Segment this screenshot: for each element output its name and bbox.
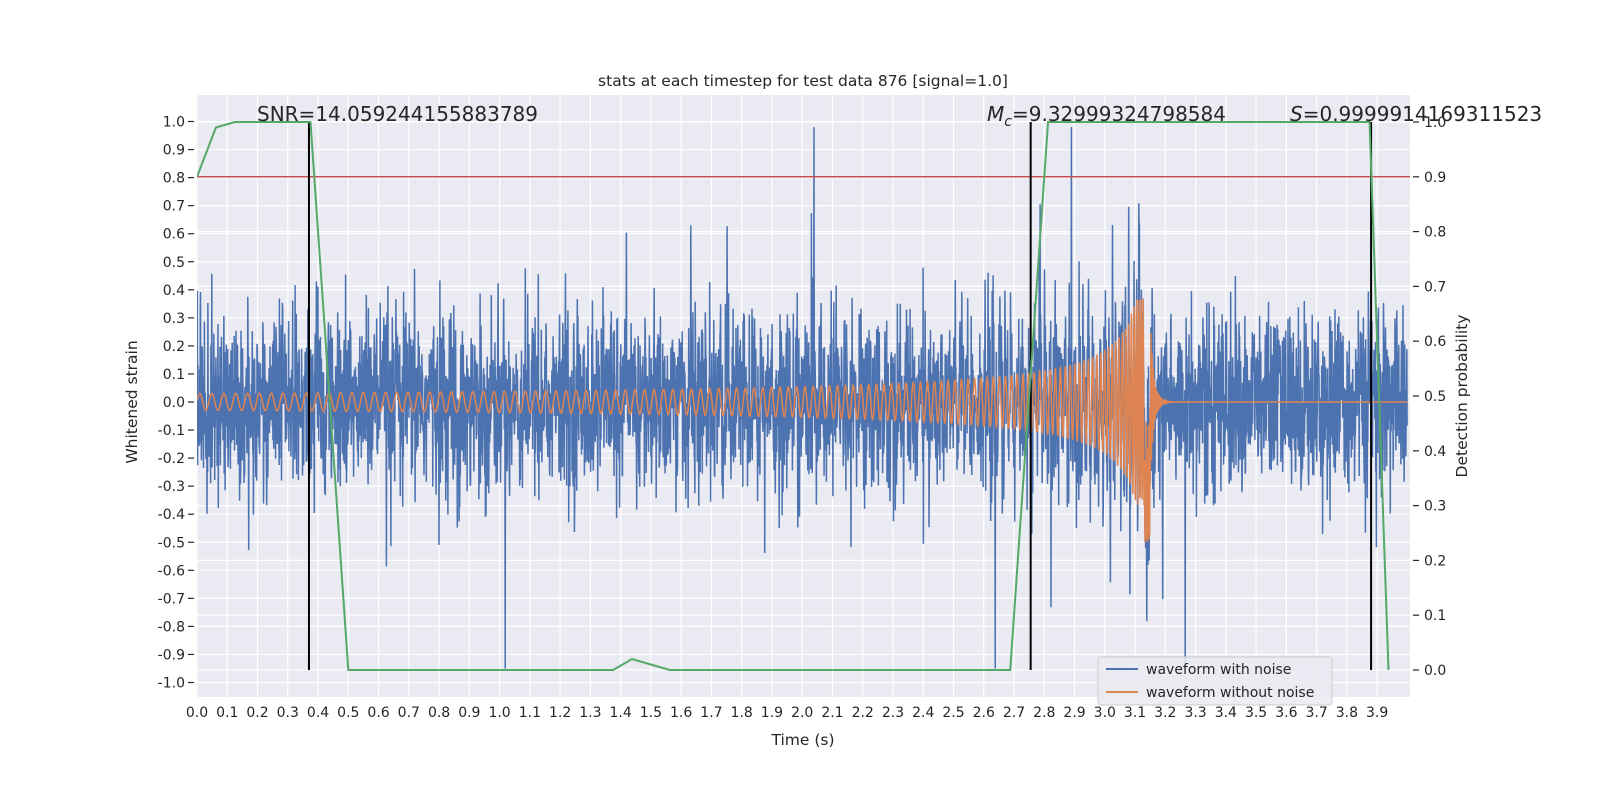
y2-tick-label: 0.1 bbox=[1424, 608, 1446, 624]
x-tick-label: 2.2 bbox=[852, 705, 874, 721]
y-tick-label: 0.8 bbox=[163, 171, 185, 187]
chart-title: stats at each timestep for test data 876… bbox=[598, 72, 1008, 90]
x-tick-label: 3.0 bbox=[1094, 705, 1116, 721]
legend-label-noise: waveform with noise bbox=[1146, 662, 1291, 678]
x-tick-label: 1.8 bbox=[731, 705, 753, 721]
y-tick-label: 0.5 bbox=[163, 255, 185, 271]
y-tick-label: -0.1 bbox=[158, 423, 185, 439]
x-tick-label: 2.9 bbox=[1063, 705, 1085, 721]
x-tick-label: 2.8 bbox=[1033, 705, 1055, 721]
y-axis-label: Whitened strain bbox=[123, 340, 141, 463]
x-tick-label: 3.7 bbox=[1305, 705, 1327, 721]
y-tick-label: -1.0 bbox=[158, 676, 185, 692]
y2-tick-label: 0.7 bbox=[1424, 279, 1446, 295]
x-tick-label: 3.4 bbox=[1215, 705, 1237, 721]
y2-tick-label: 0.4 bbox=[1424, 444, 1446, 460]
snr-annotation: SNR=14.059244155883789 bbox=[257, 102, 538, 126]
x-tick-label: 2.6 bbox=[973, 705, 995, 721]
y-tick-label: -0.9 bbox=[158, 647, 185, 663]
y-tick-label: -0.4 bbox=[158, 507, 185, 523]
x-tick-label: 0.7 bbox=[398, 705, 420, 721]
y2-axis-label: Detection probability bbox=[1453, 315, 1471, 478]
chirp-mass-annotation: Mc=9.32999324798584 bbox=[987, 102, 1226, 130]
x-tick-label: 1.6 bbox=[670, 705, 692, 721]
y-tick-label: 0.9 bbox=[163, 143, 185, 159]
x-tick-label: 3.1 bbox=[1124, 705, 1146, 721]
x-tick-label: 2.4 bbox=[912, 705, 934, 721]
y-tick-label: 0.0 bbox=[163, 395, 185, 411]
x-tick-label: 1.9 bbox=[761, 705, 783, 721]
legend: waveform with noise waveform without noi… bbox=[1097, 656, 1333, 706]
x-tick-label: 0.0 bbox=[186, 705, 208, 721]
x-tick-label: 1.0 bbox=[488, 705, 510, 721]
x-tick-label: 2.7 bbox=[1003, 705, 1025, 721]
x-tick-label: 2.0 bbox=[791, 705, 813, 721]
x-tick-label: 1.1 bbox=[519, 705, 541, 721]
x-tick-label: 3.6 bbox=[1275, 705, 1297, 721]
y2-tick-label: 0.2 bbox=[1424, 553, 1446, 569]
x-tick-label: 3.3 bbox=[1184, 705, 1206, 721]
y-tick-label: 0.7 bbox=[163, 199, 185, 215]
y2-tick-label: 0.5 bbox=[1424, 389, 1446, 405]
y-tick-label: -0.2 bbox=[158, 451, 185, 467]
y2-tick-label: 0.9 bbox=[1424, 170, 1446, 186]
y-tick-label: -0.5 bbox=[158, 535, 185, 551]
x-tick-label: 0.5 bbox=[337, 705, 359, 721]
y-tick-label: 0.2 bbox=[163, 339, 185, 355]
x-tick-label: 0.3 bbox=[277, 705, 299, 721]
x-tick-label: 1.4 bbox=[610, 705, 632, 721]
x-tick-label: 0.2 bbox=[246, 705, 268, 721]
y-tick-label: 0.4 bbox=[163, 283, 185, 299]
x-tick-label: 0.9 bbox=[458, 705, 480, 721]
y-tick-label: -0.8 bbox=[158, 619, 185, 635]
x-tick-label: 1.5 bbox=[640, 705, 662, 721]
x-tick-label: 3.2 bbox=[1154, 705, 1176, 721]
x-tick-label: 3.9 bbox=[1366, 705, 1388, 721]
x-tick-label: 1.7 bbox=[700, 705, 722, 721]
x-tick-label: 0.4 bbox=[307, 705, 329, 721]
x-tick-label: 1.3 bbox=[579, 705, 601, 721]
x-tick-label: 3.8 bbox=[1336, 705, 1358, 721]
figure: 0.0 0.1 0.2 0.3 0.4 0.5 0.6 0.7 0.8 0.9 1.0 1.1 1.2 1… bbox=[123, 72, 1542, 749]
y2-tick-label: 0.6 bbox=[1424, 334, 1446, 350]
y-tick-label: -0.3 bbox=[158, 479, 185, 495]
y-tick-label: -0.7 bbox=[158, 591, 185, 607]
y-tick-label: -0.6 bbox=[158, 563, 185, 579]
x-tick-label: 2.5 bbox=[942, 705, 964, 721]
y2-tick-label: 0.8 bbox=[1424, 225, 1446, 241]
x-tick-label: 0.8 bbox=[428, 705, 450, 721]
x-tick-label: 0.6 bbox=[367, 705, 389, 721]
legend-label-clean: waveform without noise bbox=[1146, 685, 1314, 701]
x-tick-label: 0.1 bbox=[216, 705, 238, 721]
y2-tick-label: 0.3 bbox=[1424, 499, 1446, 515]
x-tick-label: 3.5 bbox=[1245, 705, 1267, 721]
x-tick-label: 2.1 bbox=[821, 705, 843, 721]
x-tick-label: 2.3 bbox=[882, 705, 904, 721]
x-tick-label: 1.2 bbox=[549, 705, 571, 721]
y-tick-label: 0.6 bbox=[163, 227, 185, 243]
y2-tick-label: 0.0 bbox=[1424, 663, 1446, 679]
spin-annotation: S=0.9999914169311523 bbox=[1290, 102, 1542, 126]
x-axis-label: Time (s) bbox=[770, 731, 834, 749]
y-tick-label: 0.1 bbox=[163, 367, 185, 383]
y-tick-label: 1.0 bbox=[163, 115, 185, 131]
y-tick-label: 0.3 bbox=[163, 311, 185, 327]
